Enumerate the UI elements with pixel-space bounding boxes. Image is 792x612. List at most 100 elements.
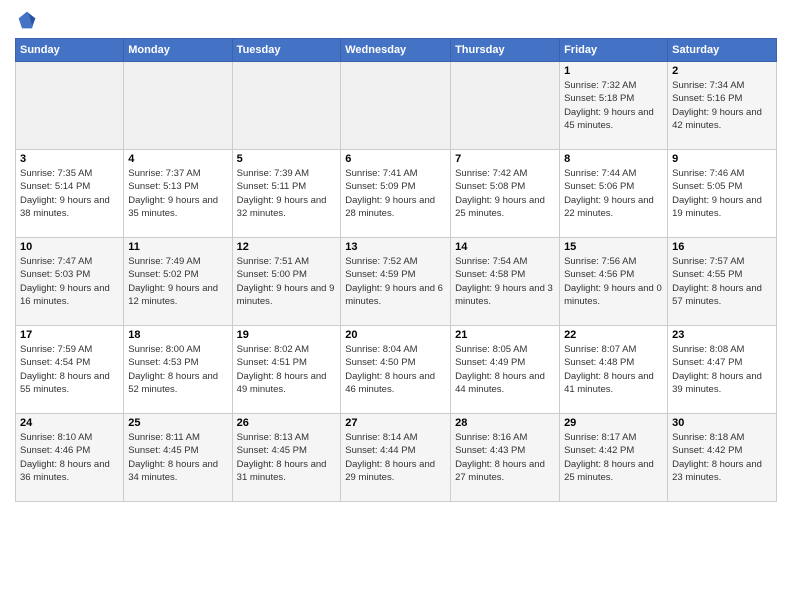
day-info: Sunrise: 7:42 AMSunset: 5:08 PMDaylight:…	[455, 168, 545, 219]
calendar-week-4: 17Sunrise: 7:59 AMSunset: 4:54 PMDayligh…	[16, 326, 777, 414]
calendar-week-5: 24 Sunrise: 8:10 AMSunset: 4:46 PMDayligh…	[16, 414, 777, 502]
calendar-cell: 19 Sunrise: 8:02 AMSunset: 4:51 PMDayligh…	[232, 326, 341, 414]
day-info: Sunrise: 7:41 AMSunset: 5:09 PMDaylight:…	[345, 168, 435, 219]
calendar-cell: 26 Sunrise: 8:13 AMSunset: 4:45 PMDayligh…	[232, 414, 341, 502]
calendar-cell: 24 Sunrise: 8:10 AMSunset: 4:46 PMDayligh…	[16, 414, 124, 502]
calendar-cell: 21 Sunrise: 8:05 AMSunset: 4:49 PMDayligh…	[451, 326, 560, 414]
calendar-week-1: 1 Sunrise: 7:32 AMSunset: 5:18 PMDaylight…	[16, 62, 777, 150]
day-number: 17	[20, 329, 119, 341]
weekday-header-wednesday: Wednesday	[341, 39, 451, 62]
calendar-cell: 23 Sunrise: 8:08 AMSunset: 4:47 PMDayligh…	[668, 326, 777, 414]
day-info: Sunrise: 8:04 AMSunset: 4:50 PMDaylight:…	[345, 344, 435, 395]
weekday-header-monday: Monday	[124, 39, 232, 62]
calendar-cell	[341, 62, 451, 150]
day-info: Sunrise: 8:08 AMSunset: 4:47 PMDaylight:…	[672, 344, 762, 395]
day-number: 7	[455, 153, 555, 165]
day-number: 12	[237, 241, 337, 253]
day-info: Sunrise: 8:05 AMSunset: 4:49 PMDaylight:…	[455, 344, 545, 395]
day-number: 21	[455, 329, 555, 341]
day-info: Sunrise: 7:49 AMSunset: 5:02 PMDaylight:…	[128, 256, 218, 307]
day-info: Sunrise: 7:34 AMSunset: 5:16 PMDaylight:…	[672, 80, 762, 131]
calendar-cell: 30Sunrise: 8:18 AMSunset: 4:42 PMDayligh…	[668, 414, 777, 502]
day-info: Sunrise: 8:10 AMSunset: 4:46 PMDaylight:…	[20, 432, 110, 483]
calendar-cell: 17Sunrise: 7:59 AMSunset: 4:54 PMDayligh…	[16, 326, 124, 414]
day-number: 26	[237, 417, 337, 429]
calendar-cell: 22Sunrise: 8:07 AMSunset: 4:48 PMDayligh…	[560, 326, 668, 414]
logo-text	[15, 10, 37, 30]
day-info: Sunrise: 8:13 AMSunset: 4:45 PMDaylight:…	[237, 432, 327, 483]
weekday-header-saturday: Saturday	[668, 39, 777, 62]
day-info: Sunrise: 8:07 AMSunset: 4:48 PMDaylight:…	[564, 344, 654, 395]
day-number: 10	[20, 241, 119, 253]
day-number: 9	[672, 153, 772, 165]
day-info: Sunrise: 7:46 AMSunset: 5:05 PMDaylight:…	[672, 168, 762, 219]
day-number: 19	[237, 329, 337, 341]
day-info: Sunrise: 7:57 AMSunset: 4:55 PMDaylight:…	[672, 256, 762, 307]
page-header	[15, 10, 777, 30]
day-number: 29	[564, 417, 663, 429]
calendar-cell: 11 Sunrise: 7:49 AMSunset: 5:02 PMDayligh…	[124, 238, 232, 326]
day-number: 2	[672, 65, 772, 77]
day-number: 3	[20, 153, 119, 165]
day-number: 8	[564, 153, 663, 165]
calendar-cell: 8 Sunrise: 7:44 AMSunset: 5:06 PMDaylight…	[560, 150, 668, 238]
day-info: Sunrise: 7:32 AMSunset: 5:18 PMDaylight:…	[564, 80, 654, 131]
day-number: 14	[455, 241, 555, 253]
logo-icon	[17, 10, 37, 30]
day-info: Sunrise: 7:51 AMSunset: 5:00 PMDaylight:…	[237, 256, 335, 307]
calendar-cell: 27Sunrise: 8:14 AMSunset: 4:44 PMDayligh…	[341, 414, 451, 502]
day-info: Sunrise: 8:02 AMSunset: 4:51 PMDaylight:…	[237, 344, 327, 395]
calendar-cell	[124, 62, 232, 150]
day-info: Sunrise: 7:54 AMSunset: 4:58 PMDaylight:…	[455, 256, 553, 307]
calendar-cell: 16 Sunrise: 7:57 AMSunset: 4:55 PMDayligh…	[668, 238, 777, 326]
calendar-cell	[451, 62, 560, 150]
day-number: 1	[564, 65, 663, 77]
calendar-cell: 2 Sunrise: 7:34 AMSunset: 5:16 PMDaylight…	[668, 62, 777, 150]
weekday-header-friday: Friday	[560, 39, 668, 62]
calendar-cell: 10 Sunrise: 7:47 AMSunset: 5:03 PMDayligh…	[16, 238, 124, 326]
day-number: 28	[455, 417, 555, 429]
calendar-table: SundayMondayTuesdayWednesdayThursdayFrid…	[15, 38, 777, 502]
day-number: 11	[128, 241, 227, 253]
calendar-cell: 5 Sunrise: 7:39 AMSunset: 5:11 PMDaylight…	[232, 150, 341, 238]
day-number: 18	[128, 329, 227, 341]
day-info: Sunrise: 8:16 AMSunset: 4:43 PMDaylight:…	[455, 432, 545, 483]
weekday-header-tuesday: Tuesday	[232, 39, 341, 62]
calendar-week-3: 10 Sunrise: 7:47 AMSunset: 5:03 PMDayligh…	[16, 238, 777, 326]
day-number: 24	[20, 417, 119, 429]
day-number: 6	[345, 153, 446, 165]
calendar-cell: 18 Sunrise: 8:00 AMSunset: 4:53 PMDayligh…	[124, 326, 232, 414]
calendar-cell: 14 Sunrise: 7:54 AMSunset: 4:58 PMDayligh…	[451, 238, 560, 326]
calendar-cell: 15Sunrise: 7:56 AMSunset: 4:56 PMDayligh…	[560, 238, 668, 326]
day-number: 25	[128, 417, 227, 429]
calendar-cell: 3 Sunrise: 7:35 AMSunset: 5:14 PMDaylight…	[16, 150, 124, 238]
day-number: 16	[672, 241, 772, 253]
calendar-cell: 12 Sunrise: 7:51 AMSunset: 5:00 PMDayligh…	[232, 238, 341, 326]
calendar-cell: 4Sunrise: 7:37 AMSunset: 5:13 PMDaylight…	[124, 150, 232, 238]
day-info: Sunrise: 8:00 AMSunset: 4:53 PMDaylight:…	[128, 344, 218, 395]
day-info: Sunrise: 7:47 AMSunset: 5:03 PMDaylight:…	[20, 256, 110, 307]
day-info: Sunrise: 7:44 AMSunset: 5:06 PMDaylight:…	[564, 168, 654, 219]
calendar-cell: 20 Sunrise: 8:04 AMSunset: 4:50 PMDayligh…	[341, 326, 451, 414]
day-number: 13	[345, 241, 446, 253]
header-row: SundayMondayTuesdayWednesdayThursdayFrid…	[16, 39, 777, 62]
day-info: Sunrise: 8:17 AMSunset: 4:42 PMDaylight:…	[564, 432, 654, 483]
day-info: Sunrise: 7:35 AMSunset: 5:14 PMDaylight:…	[20, 168, 110, 219]
calendar-cell: 25 Sunrise: 8:11 AMSunset: 4:45 PMDayligh…	[124, 414, 232, 502]
day-number: 15	[564, 241, 663, 253]
weekday-header-thursday: Thursday	[451, 39, 560, 62]
logo	[15, 10, 37, 30]
day-number: 23	[672, 329, 772, 341]
day-number: 27	[345, 417, 446, 429]
day-number: 20	[345, 329, 446, 341]
calendar-cell: 1 Sunrise: 7:32 AMSunset: 5:18 PMDaylight…	[560, 62, 668, 150]
day-info: Sunrise: 7:39 AMSunset: 5:11 PMDaylight:…	[237, 168, 327, 219]
day-info: Sunrise: 8:11 AMSunset: 4:45 PMDaylight:…	[128, 432, 218, 483]
calendar-cell	[16, 62, 124, 150]
day-number: 5	[237, 153, 337, 165]
calendar-cell: 13 Sunrise: 7:52 AMSunset: 4:59 PMDayligh…	[341, 238, 451, 326]
day-info: Sunrise: 7:52 AMSunset: 4:59 PMDaylight:…	[345, 256, 443, 307]
day-info: Sunrise: 7:37 AMSunset: 5:13 PMDaylight:…	[128, 168, 218, 219]
calendar-week-2: 3 Sunrise: 7:35 AMSunset: 5:14 PMDaylight…	[16, 150, 777, 238]
calendar-cell: 29 Sunrise: 8:17 AMSunset: 4:42 PMDayligh…	[560, 414, 668, 502]
